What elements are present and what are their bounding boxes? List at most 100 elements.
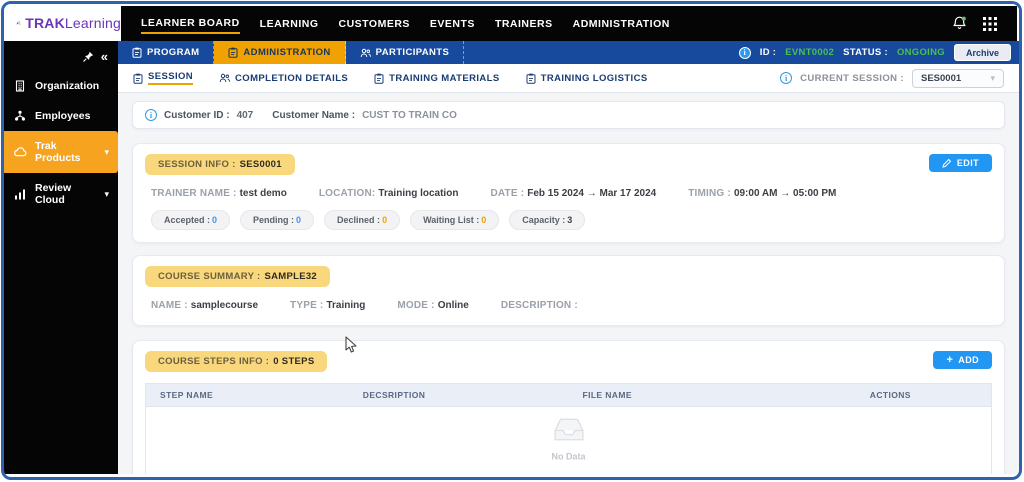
org-chart-icon xyxy=(13,110,27,122)
topnav-administration[interactable]: ADMINISTRATION xyxy=(573,15,670,33)
clipboard-icon xyxy=(228,47,238,58)
sidebar-item-employees[interactable]: Employees xyxy=(4,101,118,131)
info-icon: i xyxy=(738,46,751,59)
topnav-customers[interactable]: CUSTOMERS xyxy=(339,15,410,33)
content-area: i Customer ID : 407 Customer Name : CUST… xyxy=(118,93,1019,474)
tab-label: TRAINING LOGISTICS xyxy=(540,72,648,84)
clipboard-icon xyxy=(526,73,536,84)
sidebar-item-label: Trak Products xyxy=(35,140,81,164)
event-bar: PROGRAM ADMINISTRATION PARTICIPANTS i ID… xyxy=(118,41,1019,64)
course-steps-badge: COURSE STEPS INFO : 0 STEPS xyxy=(145,351,328,372)
top-bar: TRAKLearning LEARNER BOARD LEARNING CUST… xyxy=(4,4,1019,41)
trainer-name-field: TRAINER NAME : test demo xyxy=(151,188,287,199)
tab-label: TRAINING MATERIALS xyxy=(389,72,500,84)
bell-icon[interactable] xyxy=(951,15,968,32)
tab-label: PROGRAM xyxy=(147,47,200,58)
tab-training-materials[interactable]: TRAINING MATERIALS xyxy=(374,73,499,84)
sidebar-controls: « xyxy=(4,46,118,71)
topnav-trainers[interactable]: TRAINERS xyxy=(495,15,553,33)
tab-completion-details[interactable]: COMPLETION DETAILS xyxy=(219,73,348,84)
badge-value: SES0001 xyxy=(239,159,282,170)
topnav-events[interactable]: EVENTS xyxy=(430,15,475,33)
topnav-learner-board[interactable]: LEARNER BOARD xyxy=(141,14,240,34)
app-window: TRAKLearning LEARNER BOARD LEARNING CUST… xyxy=(1,1,1022,480)
edit-button[interactable]: EDIT xyxy=(928,154,992,172)
brand-logo[interactable]: TRAKLearning xyxy=(4,4,121,41)
no-data-text: No Data xyxy=(551,451,586,462)
sidebar-item-label: Employees xyxy=(35,110,91,122)
session-select-value: SES0001 xyxy=(921,72,962,84)
cloud-icon xyxy=(13,147,27,157)
tab-participants[interactable]: PARTICIPANTS xyxy=(346,41,465,64)
chevron-down-icon: ▾ xyxy=(990,72,995,83)
course-summary-badge: COURSE SUMMARY : SAMPLE32 xyxy=(145,266,331,287)
badge-value: 0 STEPS xyxy=(273,356,315,367)
course-summary-fields: NAME : samplecourse TYPE : Training MODE :… xyxy=(151,300,992,311)
current-session-area: i CURRENT SESSION : SES0001 ▾ xyxy=(780,68,1004,88)
clipboard-icon xyxy=(132,47,142,58)
course-steps-table: STEP NAME DECSRIPTION FILE NAME ACTIONS … xyxy=(145,383,992,474)
event-status-value: ONGOING xyxy=(896,47,945,58)
customer-name-value: CUST TO TRAIN CO xyxy=(362,109,457,121)
timing-field: TIMING :09:00 AM → 05:00 PM xyxy=(688,188,837,199)
info-icon: i xyxy=(780,72,793,84)
empty-tray-icon xyxy=(553,418,584,441)
current-session-label: CURRENT SESSION : xyxy=(800,72,904,84)
badge-label: COURSE STEPS INFO : xyxy=(158,356,270,367)
chevron-down-icon: ▾ xyxy=(104,188,109,199)
customer-id-value: 407 xyxy=(236,109,254,121)
tab-label: ADMINISTRATION xyxy=(243,47,331,58)
customer-info-bar: i Customer ID : 407 Customer Name : CUST… xyxy=(132,101,1005,129)
brand-name: TRAKLearning xyxy=(25,14,121,31)
course-description-field: DESCRIPTION : xyxy=(500,300,578,311)
pencil-icon xyxy=(942,158,952,168)
top-navigation: LEARNER BOARD LEARNING CUSTOMERS EVENTS … xyxy=(121,6,1017,41)
people-icon xyxy=(219,73,230,83)
column-header-description: DECSRIPTION xyxy=(362,390,426,400)
empty-state: No Data xyxy=(550,417,588,462)
clipboard-icon xyxy=(374,73,384,84)
customer-id-label: Customer ID : xyxy=(164,109,230,121)
tab-session[interactable]: SESSION xyxy=(133,71,194,85)
add-button-label: ADD xyxy=(958,355,979,365)
event-status-label: STATUS : xyxy=(843,47,888,58)
add-button[interactable]: + ADD xyxy=(933,351,992,369)
column-header-file-name: FILE NAME xyxy=(582,390,632,400)
apps-grid-icon[interactable] xyxy=(983,16,997,31)
tab-program[interactable]: PROGRAM xyxy=(118,41,215,64)
main-area: PROGRAM ADMINISTRATION PARTICIPANTS i ID… xyxy=(118,41,1019,474)
table-header-row: STEP NAME DECSRIPTION FILE NAME ACTIONS xyxy=(146,384,991,407)
sidebar: « Organization Employees Trak Products ▾… xyxy=(4,41,118,474)
topnav-learning[interactable]: LEARNING xyxy=(260,15,319,33)
brand-logo-icon xyxy=(16,20,21,25)
event-meta: i ID : EVNT0002 STATUS : ONGOING Archive xyxy=(738,41,1019,64)
collapse-sidebar-icon[interactable]: « xyxy=(101,50,108,63)
course-mode-field: MODE : Online xyxy=(397,300,469,311)
session-select[interactable]: SES0001 ▾ xyxy=(912,68,1004,88)
archive-button[interactable]: Archive xyxy=(953,44,1011,61)
sidebar-item-review-cloud[interactable]: Review Cloud ▾ xyxy=(4,173,118,215)
event-id-label: ID : xyxy=(759,47,777,58)
bar-chart-icon xyxy=(13,189,27,200)
clipboard-icon xyxy=(133,73,143,84)
tab-training-logistics[interactable]: TRAINING LOGISTICS xyxy=(526,73,648,84)
session-info-badge: SESSION INFO : SES0001 xyxy=(145,154,295,175)
session-stats: Accepted :0 Pending :0 Declined :0 Waiti… xyxy=(151,210,992,230)
pending-badge: Pending :0 xyxy=(240,210,315,230)
course-type-field: TYPE : Training xyxy=(290,300,366,311)
sidebar-item-label: Organization xyxy=(35,80,100,92)
tab-label: SESSION xyxy=(148,71,194,85)
course-summary-card: COURSE SUMMARY : SAMPLE32 NAME : sampleco… xyxy=(132,255,1005,326)
tab-administration[interactable]: ADMINISTRATION xyxy=(214,41,346,64)
tab-label: COMPLETION DETAILS xyxy=(235,72,349,84)
badge-label: SESSION INFO : xyxy=(158,159,236,170)
event-id-value: EVNT0002 xyxy=(785,47,835,58)
session-fields: TRAINER NAME : test demo LOCATION: Trainin… xyxy=(151,188,992,199)
edit-button-label: EDIT xyxy=(956,158,979,168)
section-tabs: SESSION COMPLETION DETAILS TRAINING MATE… xyxy=(118,64,1019,93)
pin-icon[interactable] xyxy=(83,51,94,62)
sidebar-item-label: Review Cloud xyxy=(35,182,72,206)
sidebar-item-organization[interactable]: Organization xyxy=(4,71,118,101)
sidebar-item-trak-products[interactable]: Trak Products ▾ xyxy=(4,131,118,173)
topnav-actions xyxy=(951,15,997,32)
